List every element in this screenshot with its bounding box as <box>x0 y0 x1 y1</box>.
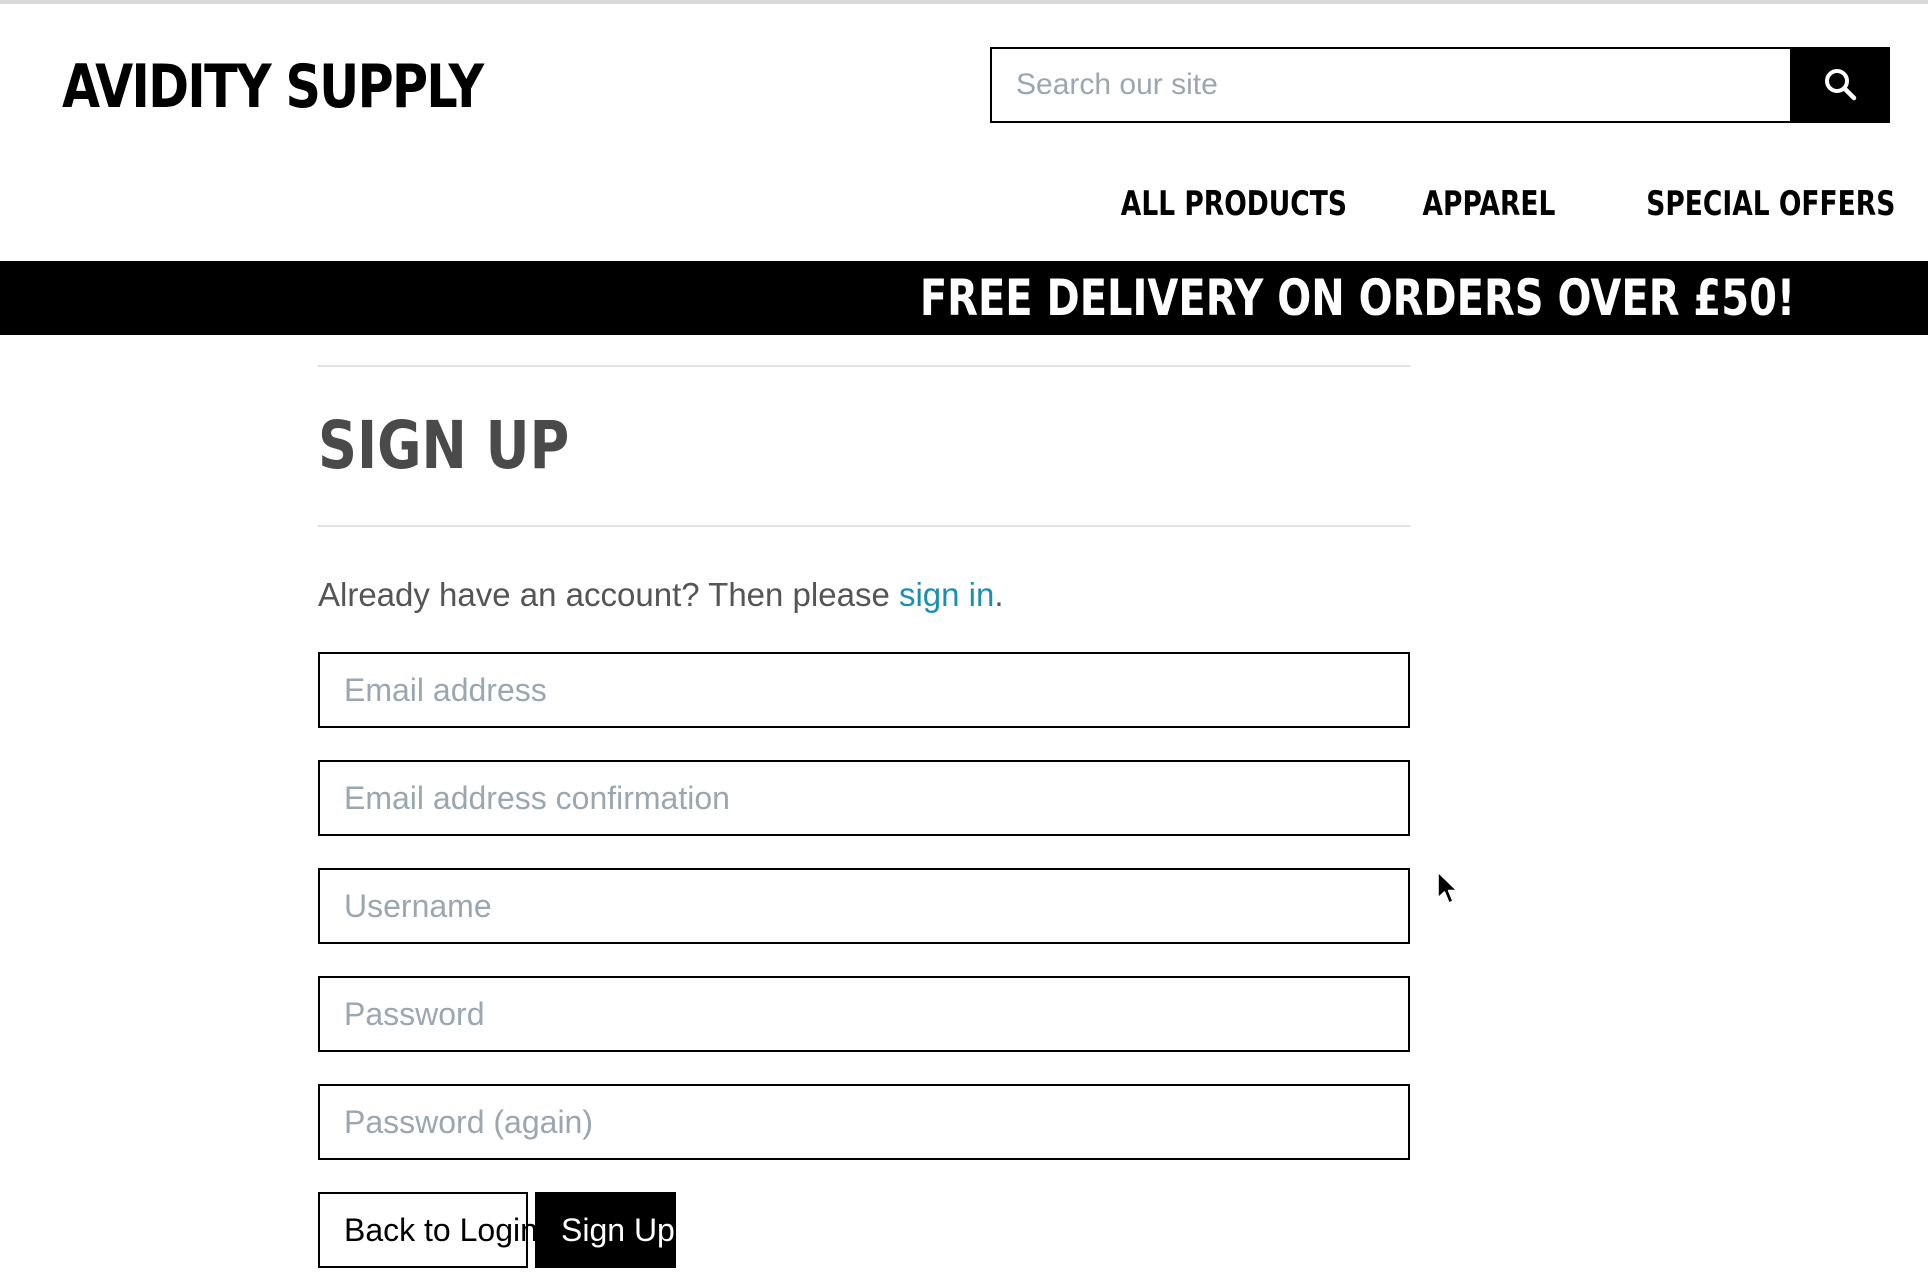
mouse-pointer-icon <box>1436 870 1460 911</box>
back-to-login-button[interactable]: Back to Login <box>318 1192 538 1268</box>
promo-banner: FREE DELIVERY ON ORDERS OVER £50! <box>0 261 1928 335</box>
search-input[interactable] <box>990 47 1790 123</box>
page-title: SIGN UP <box>318 407 570 484</box>
search-icon <box>1823 67 1857 104</box>
nav-item-apparel[interactable]: APPAREL <box>1422 178 1555 230</box>
title-bottom-divider <box>318 525 1410 527</box>
form-actions: Back to Login Sign Up <box>318 1192 1410 1268</box>
signup-panel: SIGN UP Already have an account? Then pl… <box>318 365 1410 1268</box>
email-field[interactable] <box>318 652 1410 728</box>
nav-item-all-products[interactable]: ALL PRODUCTS <box>1121 178 1347 230</box>
password-field[interactable] <box>318 976 1410 1052</box>
sign-in-link[interactable]: sign in <box>899 576 994 613</box>
top-divider <box>0 0 1928 4</box>
site-logo[interactable]: AVIDITY SUPPLY <box>62 44 484 130</box>
search-button[interactable] <box>1790 47 1890 123</box>
signin-prompt-suffix: . <box>994 576 1004 613</box>
signin-prompt-text: Already have an account? Then please <box>318 576 899 613</box>
sign-up-button[interactable]: Sign Up <box>535 1192 676 1268</box>
nav-item-special-offers[interactable]: SPECIAL OFFERS <box>1646 178 1895 230</box>
signup-form: Back to Login Sign Up <box>318 652 1410 1268</box>
promo-banner-text: FREE DELIVERY ON ORDERS OVER £50! <box>919 269 1795 327</box>
password-again-field[interactable] <box>318 1084 1410 1160</box>
email-confirmation-field[interactable] <box>318 760 1410 836</box>
signin-prompt: Already have an account? Then please sig… <box>318 571 1410 619</box>
username-field[interactable] <box>318 868 1410 944</box>
search-bar <box>990 47 1890 123</box>
